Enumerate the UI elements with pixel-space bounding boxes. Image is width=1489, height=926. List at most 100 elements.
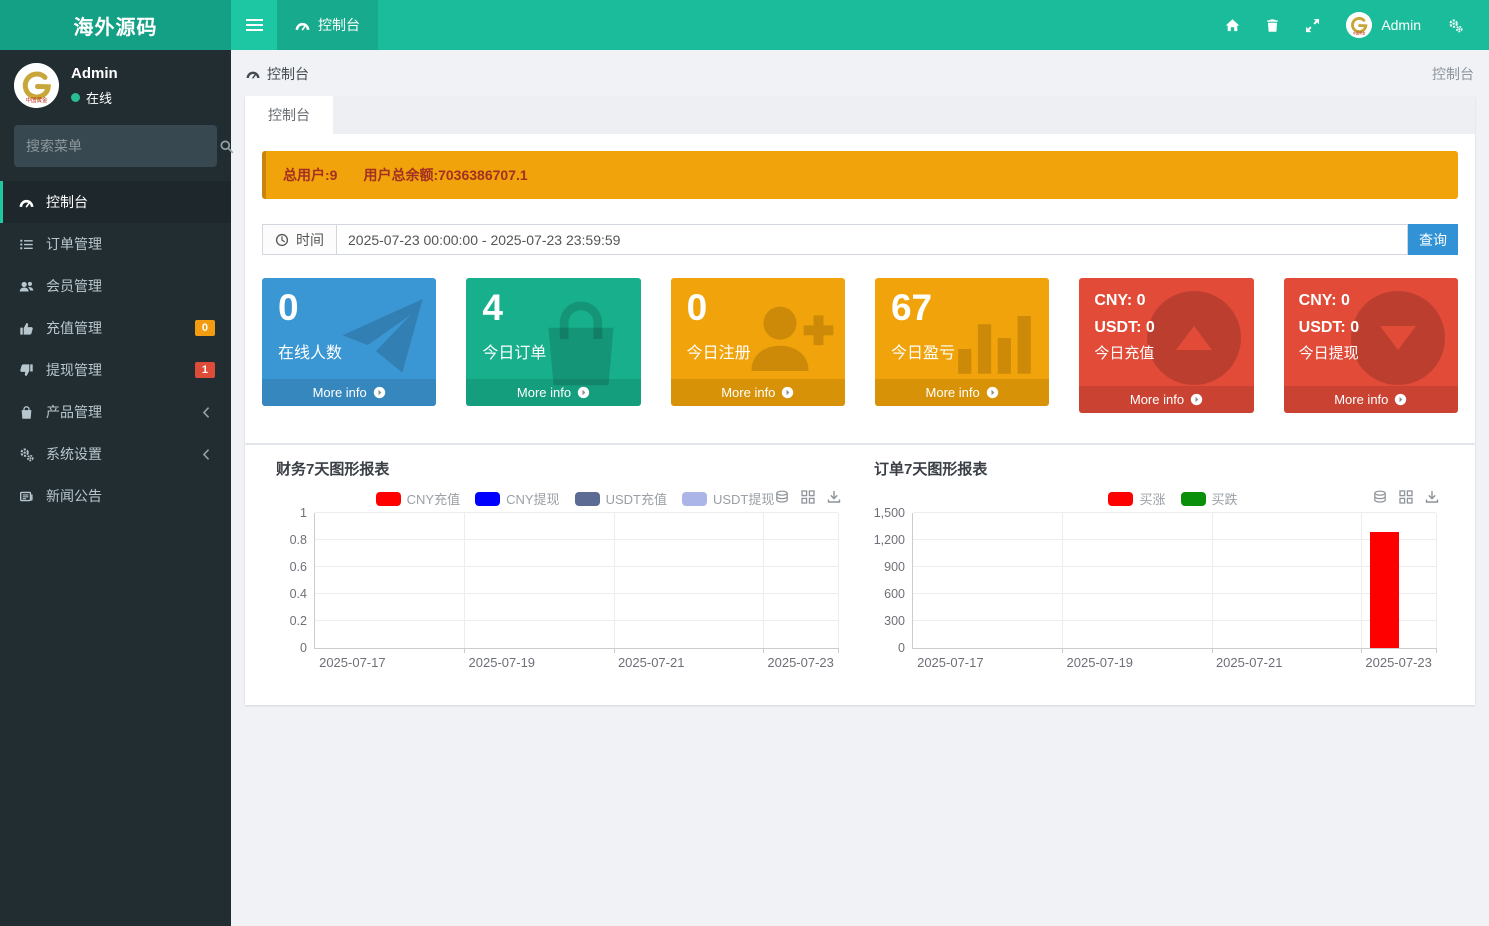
- more-info-link[interactable]: More info: [1283, 386, 1458, 413]
- sidebar-item-系统设置[interactable]: 系统设置: [0, 433, 231, 475]
- time-filter-addon: 时间: [262, 224, 336, 255]
- info-box-今日提现[interactable]: CNY: 0 USDT: 0 今日提现 More info: [1283, 278, 1458, 413]
- download-icon[interactable]: [826, 489, 842, 505]
- legend-swatch: [574, 491, 600, 506]
- chart-legend: 买涨 买跌: [910, 489, 1436, 508]
- legend-item-买跌[interactable]: 买跌: [1180, 489, 1238, 508]
- breadcrumb-label: 控制台: [267, 66, 309, 82]
- y-axis-tick-label: 0.8: [289, 533, 307, 547]
- legend-label: 买跌: [1211, 492, 1238, 507]
- gears-icon: [1448, 18, 1463, 33]
- navbar-tab-dashboard[interactable]: 控制台: [277, 0, 378, 50]
- sidebar-item-订单管理[interactable]: 订单管理: [0, 223, 231, 265]
- sidebar-item-控制台[interactable]: 控制台: [0, 181, 231, 223]
- info-box-在线人数[interactable]: 0 在线人数 More info: [262, 278, 437, 406]
- circle-arrow-right-icon: [781, 386, 794, 399]
- legend-item-CNY提现[interactable]: CNY提现: [475, 489, 560, 508]
- topbar: 海外源码 控制台 中国黄金 Admin: [0, 0, 1489, 50]
- bar-买涨-2025-07-23: [1369, 531, 1399, 648]
- info-box-今日注册[interactable]: 0 今日注册 More info: [670, 278, 845, 406]
- trash-button[interactable]: [1252, 0, 1292, 50]
- sidebar-item-充值管理[interactable]: 充值管理 0: [0, 307, 231, 349]
- y-axis-tick-label: 1,200: [873, 533, 905, 547]
- legend-item-CNY充值[interactable]: CNY充值: [375, 489, 460, 508]
- home-button[interactable]: [1212, 0, 1252, 50]
- more-info-link[interactable]: More info: [670, 379, 845, 406]
- tab-dashboard[interactable]: 控制台: [245, 96, 333, 134]
- info-box-今日盈亏[interactable]: 67 今日盈亏 More info: [874, 278, 1050, 406]
- sidebar-item-会员管理[interactable]: 会员管理: [0, 265, 231, 307]
- info-boxes-row: 0 在线人数 More info 4 今日订单 More info 0 今日注册 More in…: [262, 278, 1458, 413]
- grid-icon[interactable]: [1398, 489, 1414, 505]
- x-axis-tick-label: 2025-07-19: [1066, 655, 1134, 670]
- sidebar-item-label: 会员管理: [46, 278, 102, 294]
- date-range-input[interactable]: [336, 224, 1408, 255]
- y-axis-tick-label: 0: [898, 641, 905, 655]
- legend-swatch: [1180, 491, 1206, 506]
- circle-arrow-right-icon: [1190, 393, 1203, 406]
- stack-icon[interactable]: [774, 489, 790, 505]
- user-name: Admin: [1381, 17, 1421, 33]
- navbar-right: 中国黄金 Admin: [1212, 0, 1489, 50]
- info-box-line: CNY: 0: [1094, 292, 1146, 309]
- more-info-label: More info: [1129, 392, 1185, 407]
- settings-button[interactable]: [1435, 0, 1475, 50]
- legend-item-买涨[interactable]: 买涨: [1108, 489, 1166, 508]
- download-icon[interactable]: [1424, 489, 1440, 505]
- info-box-label: 今日盈亏: [890, 344, 955, 362]
- info-box-今日订单[interactable]: 4 今日订单 More info: [466, 278, 641, 406]
- chart-legend: CNY充值 CNY提现 USDT充值 USDT提现: [312, 489, 838, 508]
- info-box-line: 今日充值: [1094, 345, 1155, 363]
- brand-logo[interactable]: 海外源码: [0, 0, 231, 50]
- gears-icon: [18, 447, 35, 462]
- sidebar-user-name: Admin: [71, 64, 118, 82]
- grid-icon[interactable]: [800, 489, 816, 505]
- user-menu[interactable]: 中国黄金 Admin: [1332, 12, 1435, 38]
- dashboard-icon: [295, 18, 310, 33]
- more-info-label: More info: [1334, 392, 1389, 407]
- finance-chart-panel: 财务7天图形报表 CNY充值 CNY提现 USDT充值 USDT提现 0 0.2 0.4 0.…: [262, 458, 860, 675]
- svg-text:中国黄金: 中国黄金: [1353, 31, 1366, 36]
- sidebar-item-新闻公告[interactable]: 新闻公告: [0, 475, 231, 517]
- more-info-link[interactable]: More info: [1079, 386, 1254, 413]
- sidebar-user-status: 在线: [71, 88, 118, 107]
- legend-item-USDT提现[interactable]: USDT提现: [681, 489, 774, 508]
- y-axis-tick-label: 1: [300, 506, 307, 520]
- more-info-link[interactable]: More info: [874, 379, 1050, 406]
- sidebar-item-label: 充值管理: [46, 320, 102, 336]
- legend-item-USDT充值[interactable]: USDT充值: [574, 489, 667, 508]
- x-axis-tick-label: 2025-07-23: [1365, 655, 1432, 670]
- breadcrumb[interactable]: 控制台: [246, 64, 309, 84]
- avatar: 中国黄金: [14, 63, 59, 108]
- y-axis-tick-label: 900: [884, 560, 905, 574]
- search-input[interactable]: [14, 138, 219, 154]
- orders-chart-panel: 订单7天图形报表 买涨 买跌 0 300 600 900 1,200 1,500 2025-07…: [860, 458, 1458, 675]
- more-info-link[interactable]: More info: [262, 379, 437, 406]
- thumbs-down-icon: [18, 363, 35, 378]
- chevron-left-icon: [198, 447, 215, 462]
- info-box-今日充值[interactable]: CNY: 0 USDT: 0 今日充值 More info: [1079, 278, 1254, 413]
- clock-icon: [275, 233, 289, 247]
- query-button[interactable]: 查询: [1408, 224, 1458, 255]
- sidebar-item-label: 新闻公告: [46, 488, 102, 504]
- sidebar-toggle-button[interactable]: [231, 0, 277, 50]
- more-info-label: More info: [721, 385, 776, 400]
- total-balance: 用户总余额:7036386707.1: [363, 167, 528, 183]
- x-axis-tick-label: 2025-07-21: [617, 655, 685, 670]
- info-box-number: 0: [278, 287, 299, 328]
- y-axis-tick-label: 0.2: [289, 614, 307, 628]
- legend-swatch: [375, 491, 401, 506]
- x-axis-tick-label: 2025-07-23: [767, 655, 834, 670]
- sidebar-item-label: 系统设置: [46, 446, 102, 462]
- sidebar-item-产品管理[interactable]: 产品管理: [0, 391, 231, 433]
- navbar-tab-label: 控制台: [318, 17, 360, 33]
- x-axis-tick-label: 2025-07-21: [1215, 655, 1283, 670]
- sidebar-search: [14, 125, 234, 167]
- stack-icon[interactable]: [1372, 489, 1388, 505]
- content-header: 控制台 控制台: [231, 50, 1489, 96]
- sidebar-item-提现管理[interactable]: 提现管理 1: [0, 349, 231, 391]
- navbar: 控制台 中国黄金 Admin: [231, 0, 1489, 50]
- sidebar-item-label: 提现管理: [46, 362, 102, 378]
- expand-button[interactable]: [1292, 0, 1332, 50]
- users-icon: [18, 279, 35, 294]
